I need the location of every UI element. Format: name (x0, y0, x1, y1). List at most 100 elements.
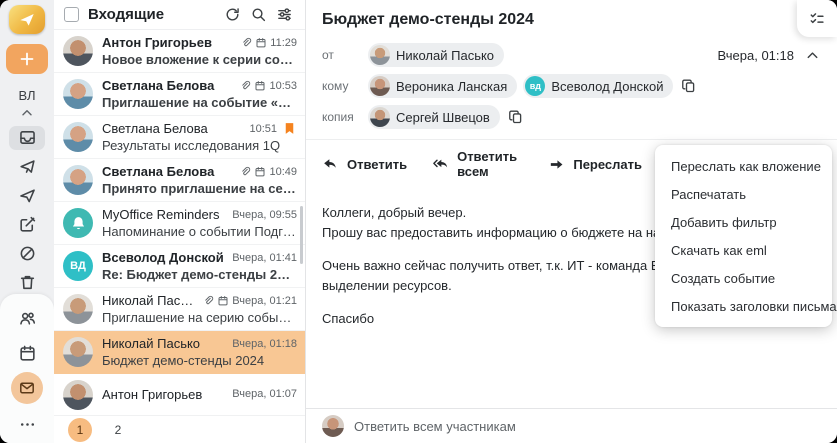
avatar (322, 415, 344, 437)
message-context-menu: Переслать как вложение Распечатать Добавит… (655, 145, 837, 327)
menu-item[interactable]: Показать заголовки письма (655, 292, 837, 320)
forward-icon (548, 156, 565, 173)
collapse-header-icon[interactable] (804, 47, 821, 64)
copy-recipients-icon[interactable] (681, 78, 697, 94)
list-scrollbar[interactable] (300, 206, 303, 264)
rail-bottom-apps (0, 294, 54, 443)
list-item[interactable]: Светлана Белова 10:51 Результаты исследова… (54, 116, 305, 159)
sender-name: Антон Григорьев (102, 386, 203, 402)
sender-name: Светлана Белова (102, 164, 215, 179)
filter-icon[interactable] (276, 6, 293, 23)
cc-chips: Сергей Швецов (368, 105, 821, 129)
avatar (63, 165, 93, 195)
page-button[interactable]: 2 (106, 418, 130, 442)
sender-name: Светлана Белова (102, 78, 215, 93)
list-item[interactable]: Светлана Белова 10:49 Принято приглашение … (54, 159, 305, 202)
avatar: ВД (63, 251, 93, 281)
message-subject-preview: Результаты исследования 1Q (102, 138, 281, 153)
message-time: 10:49 (269, 165, 297, 178)
sidebar-item-spam[interactable] (9, 241, 45, 265)
message-subject-preview: Принято приглашение на серию событий «..… (102, 181, 297, 196)
message-time: 11:29 (270, 36, 297, 49)
recipient-chip[interactable]: Сергей Швецов (368, 105, 500, 129)
calendar-icon[interactable] (9, 338, 45, 368)
from-label: от (322, 48, 334, 62)
list-item[interactable]: Антон Григорьев Вчера, 01:07 (54, 374, 305, 415)
avatar (63, 208, 93, 238)
list-item[interactable]: MyOffice Reminders Вчера, 09:55 Напоминани… (54, 202, 305, 245)
attachment-icon (239, 166, 251, 178)
contacts-icon[interactable] (9, 303, 45, 333)
calendar-event-icon (254, 166, 266, 178)
list-item[interactable]: Николай Пасько Вчера, 01:21 Приглашение на… (54, 288, 305, 331)
message-date: Вчера, 01:18 (717, 47, 794, 63)
message-list-panel: Входящие Антон Григорьев 11:29 Новое вложе… (54, 0, 306, 443)
sender-name: MyOffice Reminders (102, 207, 220, 222)
sidebar-item-sent[interactable] (9, 155, 45, 179)
recipient-chip[interactable]: вд Всеволод Донской (523, 74, 674, 98)
copy-recipients-icon[interactable] (508, 109, 524, 125)
list-item[interactable]: ВД Всеволод Донской Вчера, 01:41 Re: Бюджет… (54, 245, 305, 288)
tasks-checklist-icon[interactable] (797, 0, 837, 37)
sender-name: Всеволод Донской (102, 250, 224, 265)
reply-avatar (322, 415, 344, 437)
pagination: 12 (54, 415, 305, 443)
reply-all-icon (432, 156, 449, 173)
message-header: Бюджет демо-стенды 2024 от Николай Паськ… (306, 0, 837, 139)
refresh-icon[interactable] (224, 6, 241, 23)
sidebar-item-outgoing[interactable] (9, 184, 45, 208)
recipient-name: Всеволод Донской (551, 78, 664, 94)
message-time: Вчера, 01:07 (232, 388, 297, 400)
sender-name: Антон Григорьев (102, 35, 212, 50)
avatar (370, 45, 390, 65)
message-time: 10:53 (269, 79, 297, 92)
to-row: кому Вероника Ланская вд Всеволод Донской (322, 74, 821, 98)
sender-name: Николай Пасько (102, 293, 199, 308)
collapse-chevron-icon[interactable] (19, 105, 35, 121)
sidebar-item-trash[interactable] (9, 270, 45, 294)
recipient-chip[interactable]: Николай Пасько (368, 43, 505, 67)
bookmark-flag-icon[interactable] (282, 121, 297, 136)
quick-reply-bar[interactable]: Ответить всем участникам (306, 408, 837, 443)
list-header: Входящие (54, 0, 305, 30)
message-subject-preview: Новое вложение к серии событий «Аналити.… (102, 52, 297, 67)
calendar-event-icon (254, 80, 266, 92)
reply-all-button[interactable]: Ответить всем (432, 149, 523, 179)
quick-reply-placeholder: Ответить всем участникам (354, 418, 516, 434)
list-item[interactable]: Антон Григорьев 11:29 Новое вложение к сер… (54, 30, 305, 73)
select-all-checkbox[interactable] (64, 7, 79, 22)
reply-icon (322, 156, 339, 173)
cc-label: копия (322, 110, 354, 124)
avatar (370, 107, 390, 127)
from-row: от Николай Пасько Вчера, 01:18 (322, 43, 821, 67)
calendar-event-icon (217, 295, 229, 307)
search-icon[interactable] (250, 6, 267, 23)
attachment-icon (239, 80, 251, 92)
menu-item[interactable]: Переслать как вложение (655, 152, 832, 180)
compose-plus-button[interactable] (6, 43, 48, 74)
attachment-icon (202, 295, 214, 307)
list-item[interactable]: Светлана Белова 10:53 Приглашение на событ… (54, 73, 305, 116)
profile-initials[interactable]: ВЛ (18, 88, 35, 103)
list-item[interactable]: Николай Пасько Вчера, 01:18 Бюджет демо-ст… (54, 331, 305, 374)
sidebar-item-drafts[interactable] (9, 212, 45, 236)
more-apps-icon[interactable] (9, 409, 45, 439)
sender-name: Николай Пасько (102, 336, 201, 351)
avatar (63, 36, 93, 66)
menu-item[interactable]: Добавить фильтр (655, 208, 832, 236)
message-time: Вчера, 01:41 (232, 251, 297, 264)
forward-button[interactable]: Переслать (548, 156, 642, 173)
menu-item[interactable]: Распечатать (655, 180, 832, 208)
sidebar-item-inbox[interactable] (9, 125, 45, 150)
menu-item[interactable]: Создать событие (655, 264, 832, 292)
page-button[interactable]: 1 (68, 417, 92, 442)
mail-app-icon[interactable] (11, 372, 43, 404)
reply-button[interactable]: Ответить (322, 156, 407, 173)
recipient-chip[interactable]: Вероника Ланская (368, 74, 518, 98)
message-subject-preview: Приглашение на событие «Предварительно..… (102, 95, 297, 110)
menu-item[interactable]: Скачать как eml (655, 236, 832, 264)
message-list: Антон Григорьев 11:29 Новое вложение к сер… (54, 30, 305, 415)
folder-title: Входящие (88, 6, 165, 23)
recipient-name: Сергей Швецов (396, 109, 490, 125)
message-time: 10:51 (249, 122, 277, 135)
